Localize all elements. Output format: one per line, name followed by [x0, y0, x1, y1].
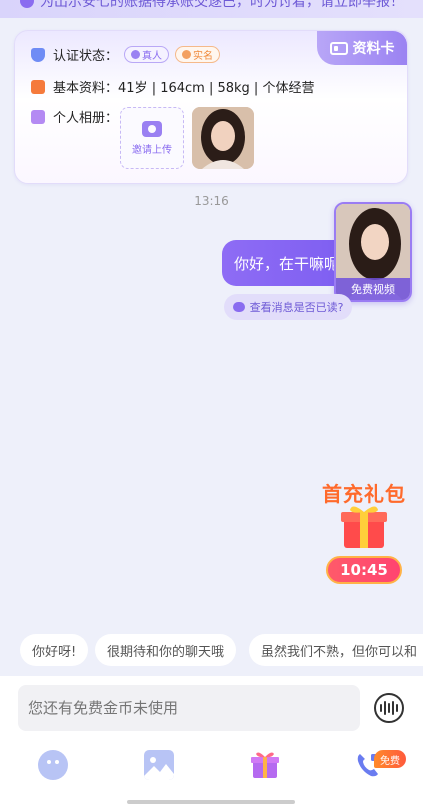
warning-icon	[20, 0, 34, 8]
real-person-badge-label: 真人	[142, 51, 163, 62]
real-name-badge-label: 实名	[193, 51, 214, 62]
shield-icon	[31, 47, 45, 62]
quick-reply-chip[interactable]: 你好呀!	[20, 634, 89, 666]
camera-icon	[142, 120, 162, 137]
voice-bar	[396, 704, 398, 712]
real-person-badge: 真人	[124, 46, 170, 63]
message-input[interactable]	[18, 685, 360, 731]
real-name-badge: 实名	[175, 46, 221, 63]
album-photo[interactable]	[192, 107, 254, 169]
profile-card[interactable]: 资料卡 认证状态： 真人 实名 基本资料： 41岁 | 164cm | 58kg…	[14, 30, 408, 184]
quick-reply-chip[interactable]: 很期待和你的聊天哦	[95, 634, 237, 666]
invite-upload-label: 邀请上传	[132, 144, 172, 156]
voice-input-button[interactable]	[374, 693, 404, 723]
document-icon	[31, 79, 45, 94]
image-icon[interactable]	[144, 750, 174, 780]
real-person-icon	[131, 50, 141, 59]
basic-info-row: 基本资料： 41岁 | 164cm | 58kg | 个体经营	[31, 77, 314, 96]
warning-text: 为出示安七的账据得承账交逐巴，时为讨着，请立即举报！	[40, 0, 404, 10]
profile-card-tag-label: 资料卡	[352, 41, 395, 57]
gift-promo-title: 首充礼包	[322, 482, 406, 506]
voice-bar	[392, 701, 394, 715]
read-receipt-label: 查看消息是否已读?	[249, 301, 344, 314]
verify-row: 认证状态： 真人 实名	[31, 45, 221, 64]
gift-box-icon	[341, 506, 387, 548]
read-receipt-button[interactable]: 查看消息是否已读?	[224, 294, 352, 320]
album-row: 个人相册：	[31, 107, 118, 126]
album-icon	[31, 109, 45, 124]
quick-reply-chip[interactable]: 虽然我们不熟，但你可以和	[249, 634, 423, 666]
real-name-icon	[182, 50, 192, 59]
gift-countdown-timer: 10:45	[326, 556, 402, 584]
voice-bar	[388, 703, 390, 713]
voice-bar	[380, 704, 382, 712]
first-recharge-gift-promo[interactable]: 首充礼包 10:45	[318, 478, 410, 588]
verify-label: 认证状态：	[53, 49, 119, 64]
portrait-image	[192, 107, 254, 169]
id-card-icon	[329, 41, 348, 55]
basic-info-label: 基本资料：	[53, 81, 119, 96]
free-video-card[interactable]: 免费视频	[334, 202, 412, 302]
sent-message-text: 你好，在干嘛呢	[234, 254, 340, 273]
basic-info-value: 41岁 | 164cm | 58kg | 个体经营	[118, 81, 315, 96]
voice-bar	[384, 701, 386, 715]
emoji-icon[interactable]	[38, 750, 68, 780]
profile-card-tag[interactable]: 资料卡	[317, 31, 407, 65]
chat-bubble-icon	[232, 302, 245, 312]
gift-icon[interactable]	[250, 750, 280, 780]
warning-banner: 为出示安七的账据得承账交逐巴，时为讨着，请立即举报！	[0, 0, 423, 18]
invite-upload-button[interactable]: 邀请上传	[120, 107, 184, 169]
quick-reply-bar: 你好呀! 很期待和你的聊天哦 虽然我们不熟，但你可以和	[0, 634, 423, 668]
free-call-badge: 免费	[374, 750, 406, 768]
album-label: 个人相册：	[53, 111, 119, 126]
input-panel	[0, 676, 423, 805]
home-indicator	[127, 800, 295, 804]
